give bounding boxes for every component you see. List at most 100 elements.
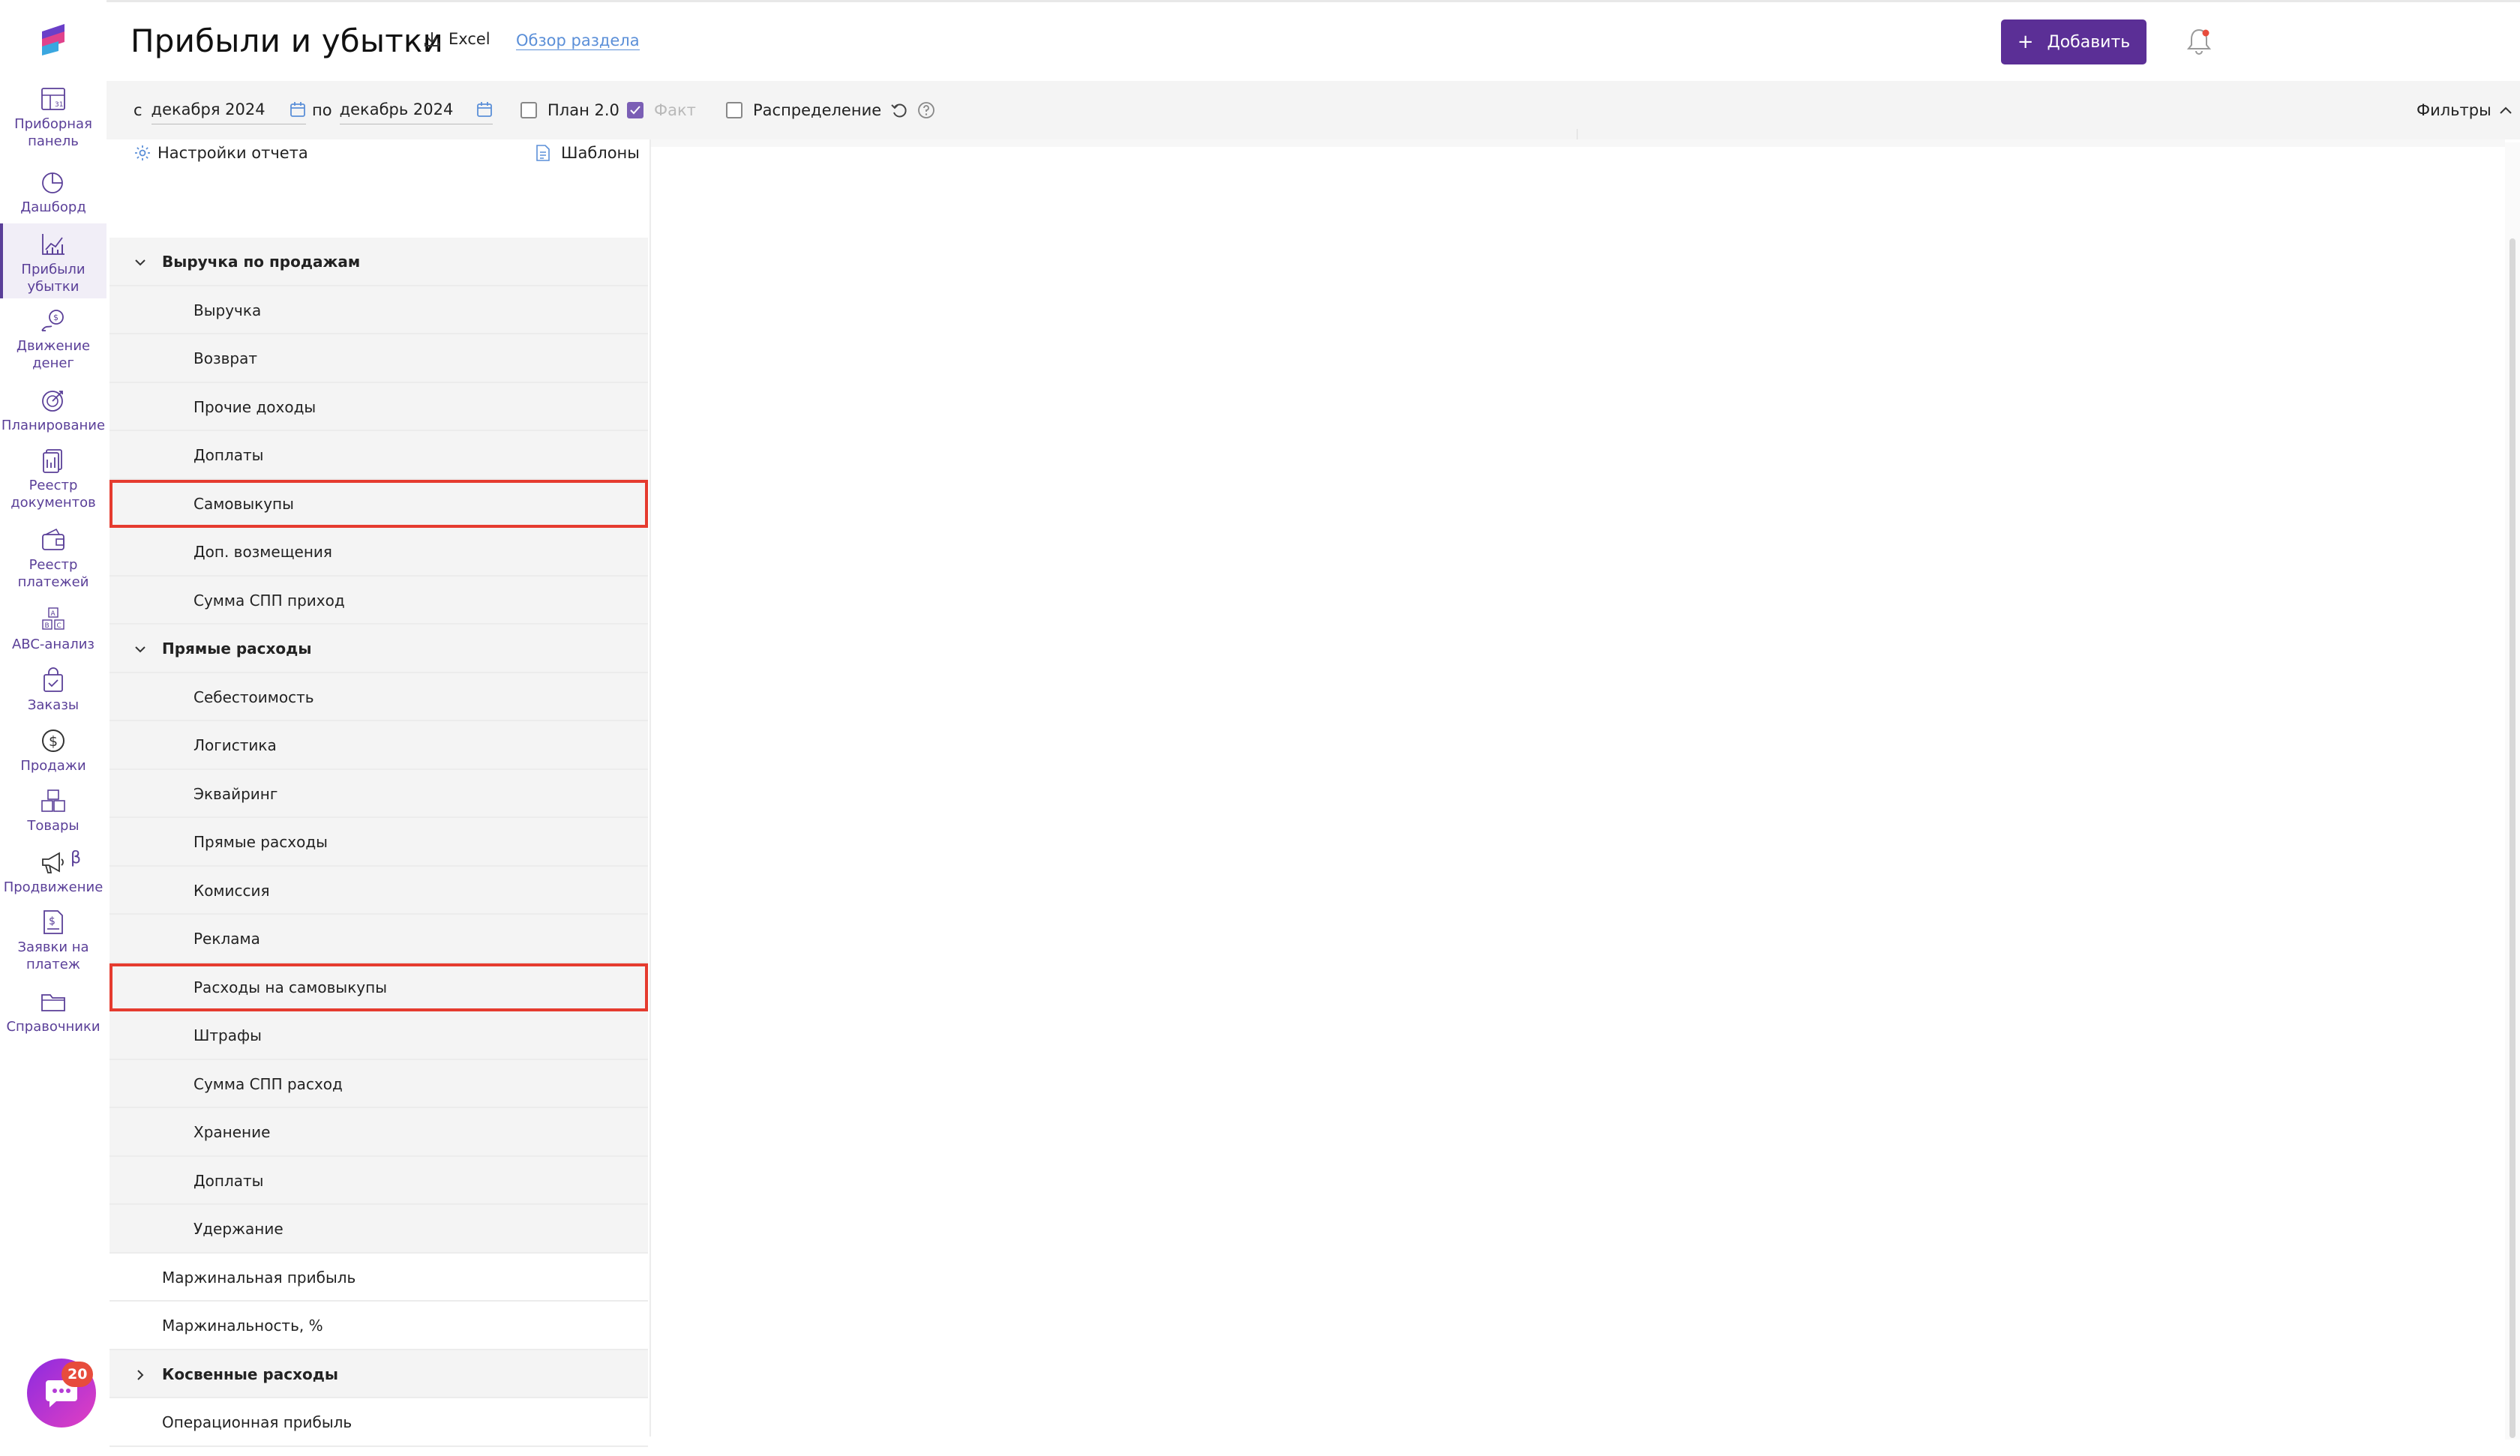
sidebar-item-dollar-circle[interactable]: $ Продажи <box>0 727 106 781</box>
shopping-bag-icon <box>38 667 68 694</box>
report-row-label: Доплаты <box>194 446 264 464</box>
sidebar-item-label: Заявки на платеж <box>17 939 89 972</box>
report-row-label: Штрафы <box>194 1026 262 1044</box>
report-row-label: Выручка <box>194 301 262 319</box>
sidebar-item-wallet[interactable]: Реестр платежей <box>0 526 106 598</box>
report-group-row[interactable]: Косвенные расходы <box>110 1350 648 1398</box>
sidebar-item-label: Товары <box>27 818 80 834</box>
report-row[interactable]: Эквайринг <box>110 769 648 818</box>
report-row[interactable]: Себестоимость <box>110 673 648 721</box>
column-divider <box>1576 129 1578 139</box>
report-row-label: Доплаты <box>194 1171 264 1190</box>
plan-checkbox[interactable] <box>520 102 537 118</box>
report-row-label: Прямые расходы <box>194 833 328 851</box>
report-table-area <box>650 139 2505 1437</box>
app-logo[interactable] <box>36 21 70 58</box>
report-row[interactable]: Реклама <box>110 915 648 963</box>
report-row[interactable]: Доплаты <box>110 431 648 480</box>
notifications-button[interactable] <box>2186 27 2212 55</box>
report-row[interactable]: Прямые расходы <box>110 818 648 867</box>
sidebar-item-label: Реестр документов <box>10 478 96 511</box>
report-row[interactable]: Выручка <box>110 286 648 334</box>
sidebar-item-abc[interactable]: A B C ABC-анализ <box>0 606 106 660</box>
section-overview-link[interactable]: Обзор раздела <box>516 31 640 50</box>
sidebar-item-label: Продвижение <box>3 879 104 895</box>
filter-bar: с декабря 2024 по декабрь 2024 План 2.0 … <box>106 81 2520 139</box>
date-from-value: декабря 2024 <box>151 100 266 118</box>
report-row[interactable]: Маржинальная прибыль <box>110 1253 648 1302</box>
report-row-label: Косвенные расходы <box>162 1365 338 1383</box>
report-group-row[interactable]: Прямые расходы <box>110 625 648 673</box>
report-settings-button[interactable]: Настройки отчета <box>134 144 308 162</box>
excel-export-button[interactable]: Excel <box>423 30 490 48</box>
templates-button[interactable]: Шаблоны <box>536 144 640 162</box>
report-row[interactable]: Сумма СПП приход <box>110 576 648 625</box>
date-to-prefix: по <box>312 101 332 119</box>
report-group-row[interactable]: Выручка по продажам <box>110 238 648 286</box>
sidebar-item-label: Планирование <box>1 418 106 433</box>
report-row[interactable]: Маржинальность, % <box>110 1302 648 1350</box>
report-row[interactable]: Штрафы <box>110 1011 648 1060</box>
sidebar-item-boxes[interactable]: Товары <box>0 787 106 841</box>
svg-text:C: C <box>57 622 62 630</box>
vertical-scrollbar[interactable] <box>2510 238 2516 1438</box>
calendar-icon[interactable] <box>476 101 493 118</box>
sidebar-item-label: Справочники <box>6 1019 100 1035</box>
svg-text:31: 31 <box>55 101 63 109</box>
sidebar-item-target[interactable]: Планирование <box>0 387 106 441</box>
table-header-strip <box>651 139 2505 147</box>
filters-toggle[interactable]: Фильтры <box>2416 81 2512 139</box>
sidebar-item-megaphone[interactable]: Продвижение β <box>0 849 106 903</box>
report-row[interactable]: Прочие доходы <box>110 382 648 431</box>
chevron-right-icon[interactable] <box>134 1368 147 1382</box>
target-icon <box>38 387 68 414</box>
fact-checkbox[interactable] <box>627 102 644 118</box>
pie-chart-icon <box>38 169 68 196</box>
report-row-label: Сумма СПП приход <box>194 591 345 610</box>
calendar-icon[interactable] <box>290 101 306 118</box>
sidebar-item-label: Движение денег <box>16 338 91 371</box>
report-row-label: Операционная прибыль <box>162 1413 352 1431</box>
add-button[interactable]: + Добавить <box>2001 19 2146 64</box>
sidebar-item-label: Приборная панель <box>14 116 92 149</box>
report-row[interactable]: Самовыкупы <box>110 479 648 528</box>
date-to-field[interactable]: декабрь 2024 <box>339 96 493 124</box>
report-row-label: Возврат <box>194 349 257 367</box>
report-row[interactable]: Логистика <box>110 721 648 770</box>
distribution-checkbox[interactable] <box>726 102 742 118</box>
report-row[interactable]: Операционная прибыль <box>110 1398 648 1447</box>
distribution-checkbox-group[interactable]: Распределение <box>726 81 935 139</box>
svg-text:A: A <box>51 610 56 618</box>
report-row[interactable]: Возврат <box>110 334 648 383</box>
plan-checkbox-group[interactable]: План 2.0 <box>520 81 620 139</box>
sidebar-item-dashboard-panel[interactable]: 31 Приборная панель <box>0 85 106 157</box>
report-row[interactable]: Доплаты <box>110 1156 648 1205</box>
money-flow-icon: $ <box>38 307 68 334</box>
help-icon[interactable] <box>917 101 935 119</box>
report-row-label: Выручка по продажам <box>162 253 361 271</box>
chevron-down-icon[interactable] <box>134 256 147 269</box>
report-row[interactable]: Удержание <box>110 1205 648 1254</box>
sidebar-item-folder[interactable]: Справочники <box>0 988 106 1042</box>
reset-icon[interactable] <box>890 101 908 119</box>
report-rows: Выручка по продажам Выручка Возврат Прочие … <box>110 238 648 1447</box>
report-row[interactable]: Комиссия <box>110 866 648 915</box>
fact-checkbox-group[interactable]: Факт <box>627 81 696 139</box>
report-row[interactable]: Хранение <box>110 1108 648 1157</box>
sidebar-item-payment-request[interactable]: $ Заявки на платеж <box>0 909 106 981</box>
plus-icon: + <box>2017 31 2034 53</box>
sidebar-item-money-flow[interactable]: $ Движение денег <box>0 307 106 379</box>
sidebar-item-shopping-bag[interactable]: Заказы <box>0 667 106 721</box>
sidebar-item-bar-chart[interactable]: Прибыли убытки <box>0 223 106 298</box>
report-row[interactable]: Сумма СПП расход <box>110 1059 648 1108</box>
report-row[interactable]: Расходы на самовыкупы <box>110 963 648 1011</box>
report-row-label: Маржинальность, % <box>162 1317 323 1335</box>
sidebar-item-documents[interactable]: Реестр документов <box>0 447 106 519</box>
megaphone-icon <box>38 849 68 876</box>
date-from-field[interactable]: декабря 2024 <box>151 96 306 124</box>
report-row[interactable]: Доп. возмещения <box>110 528 648 577</box>
sidebar-item-pie-chart[interactable]: Дашборд <box>0 169 106 223</box>
sidebar-item-label: Заказы <box>27 697 80 713</box>
chevron-down-icon[interactable] <box>134 643 147 656</box>
download-icon <box>424 32 440 46</box>
